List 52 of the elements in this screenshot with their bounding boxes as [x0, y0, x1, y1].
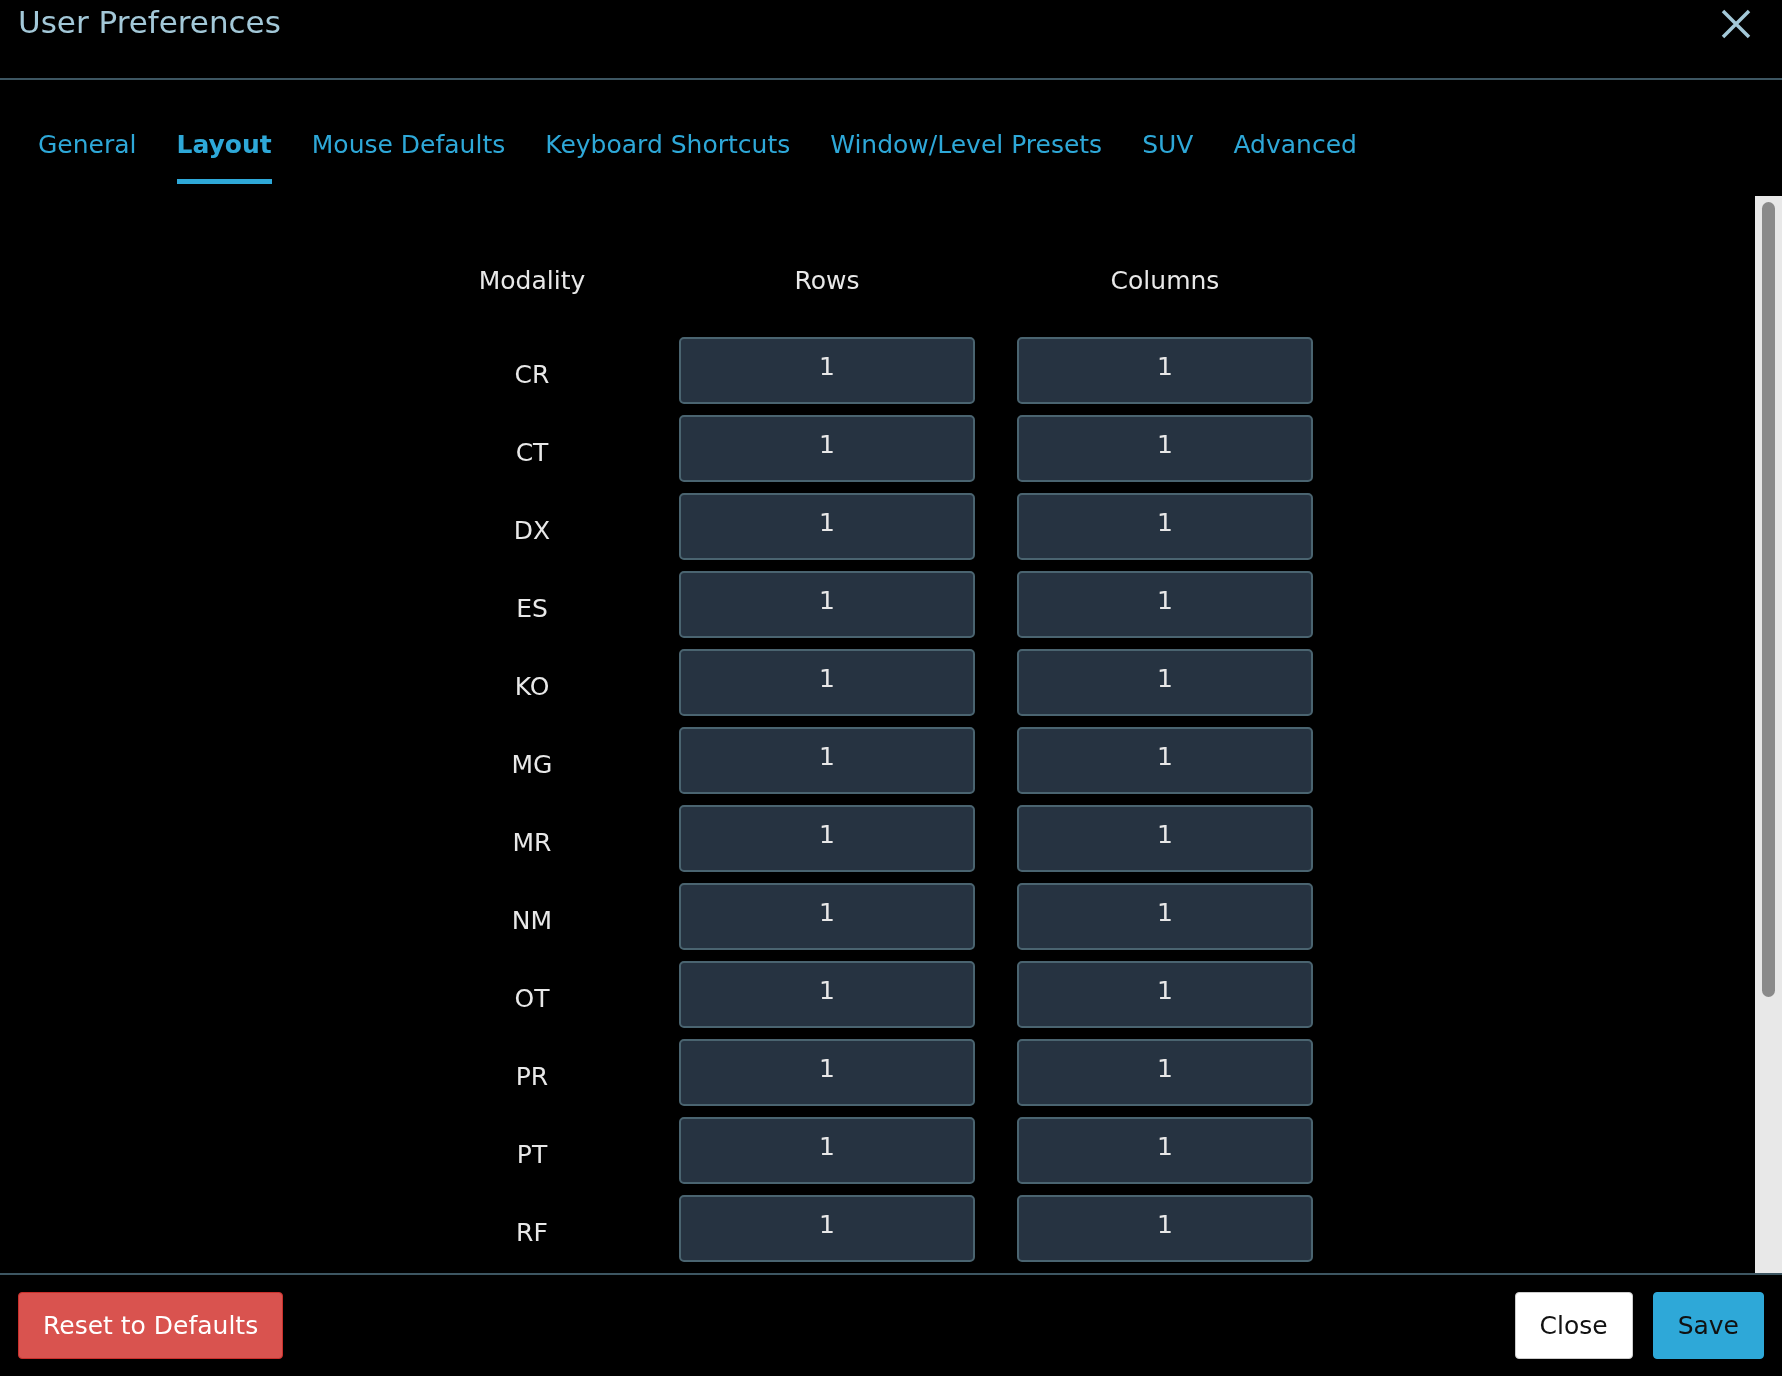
tab[interactable]: Window/Level Presets [830, 130, 1103, 184]
rows-input[interactable]: 1 [679, 1195, 975, 1262]
columns-input[interactable]: 1 [1017, 571, 1313, 638]
modality-label: RF [515, 1217, 549, 1247]
tab[interactable]: Mouse Defaults [311, 130, 506, 184]
tab[interactable]: General [38, 130, 137, 184]
columns-input[interactable]: 1 [1017, 727, 1313, 794]
columns-input[interactable]: 1 [1017, 883, 1313, 950]
rows-input[interactable]: 1 [679, 961, 975, 1028]
modality-label: OT [513, 983, 551, 1013]
reset-button[interactable]: Reset to Defaults [18, 1292, 284, 1359]
rows-input[interactable]: 1 [679, 1117, 975, 1184]
rows-input[interactable]: 1 [679, 649, 975, 716]
rows-input[interactable]: 1 [679, 415, 975, 482]
column-header: Rows [793, 266, 861, 297]
tab[interactable]: Keyboard Shortcuts [545, 130, 791, 184]
columns-input[interactable]: 1 [1017, 1039, 1313, 1106]
columns-input[interactable]: 1 [1017, 961, 1313, 1028]
columns-input[interactable]: 1 [1017, 649, 1313, 716]
modality-label: ES [515, 593, 549, 623]
rows-input[interactable]: 1 [679, 883, 975, 950]
rows-input[interactable]: 1 [679, 571, 975, 638]
modality-label: CR [513, 359, 551, 389]
modality-label: DX [512, 515, 552, 545]
modality-label: PR [514, 1061, 550, 1091]
columns-input[interactable]: 1 [1017, 337, 1313, 404]
close-button[interactable]: Close [1514, 1292, 1633, 1359]
modality-label: NM [510, 905, 554, 935]
save-button[interactable]: Save [1652, 1292, 1764, 1359]
rows-input[interactable]: 1 [679, 337, 975, 404]
rows-input[interactable]: 1 [679, 1039, 975, 1106]
close-icon[interactable] [1720, 8, 1752, 40]
tab[interactable]: SUV [1142, 130, 1194, 184]
column-header: Columns [1109, 266, 1221, 297]
tab[interactable]: Layout [176, 130, 272, 184]
modality-label: CT [514, 437, 550, 467]
columns-input[interactable]: 1 [1017, 1195, 1313, 1262]
modality-label: MG [510, 749, 554, 779]
column-header: Modality [477, 266, 587, 297]
columns-input[interactable]: 1 [1017, 415, 1313, 482]
modality-label: PT [515, 1139, 549, 1169]
rows-input[interactable]: 1 [679, 493, 975, 560]
rows-input[interactable]: 1 [679, 805, 975, 872]
modality-label: KO [513, 671, 551, 701]
columns-input[interactable]: 1 [1017, 1117, 1313, 1184]
columns-input[interactable]: 1 [1017, 493, 1313, 560]
tab[interactable]: Advanced [1233, 130, 1357, 184]
scrollbar[interactable] [1755, 196, 1782, 1273]
modality-label: MR [511, 827, 553, 857]
columns-input[interactable]: 1 [1017, 805, 1313, 872]
dialog-title: User Preferences [18, 4, 281, 40]
rows-input[interactable]: 1 [679, 727, 975, 794]
